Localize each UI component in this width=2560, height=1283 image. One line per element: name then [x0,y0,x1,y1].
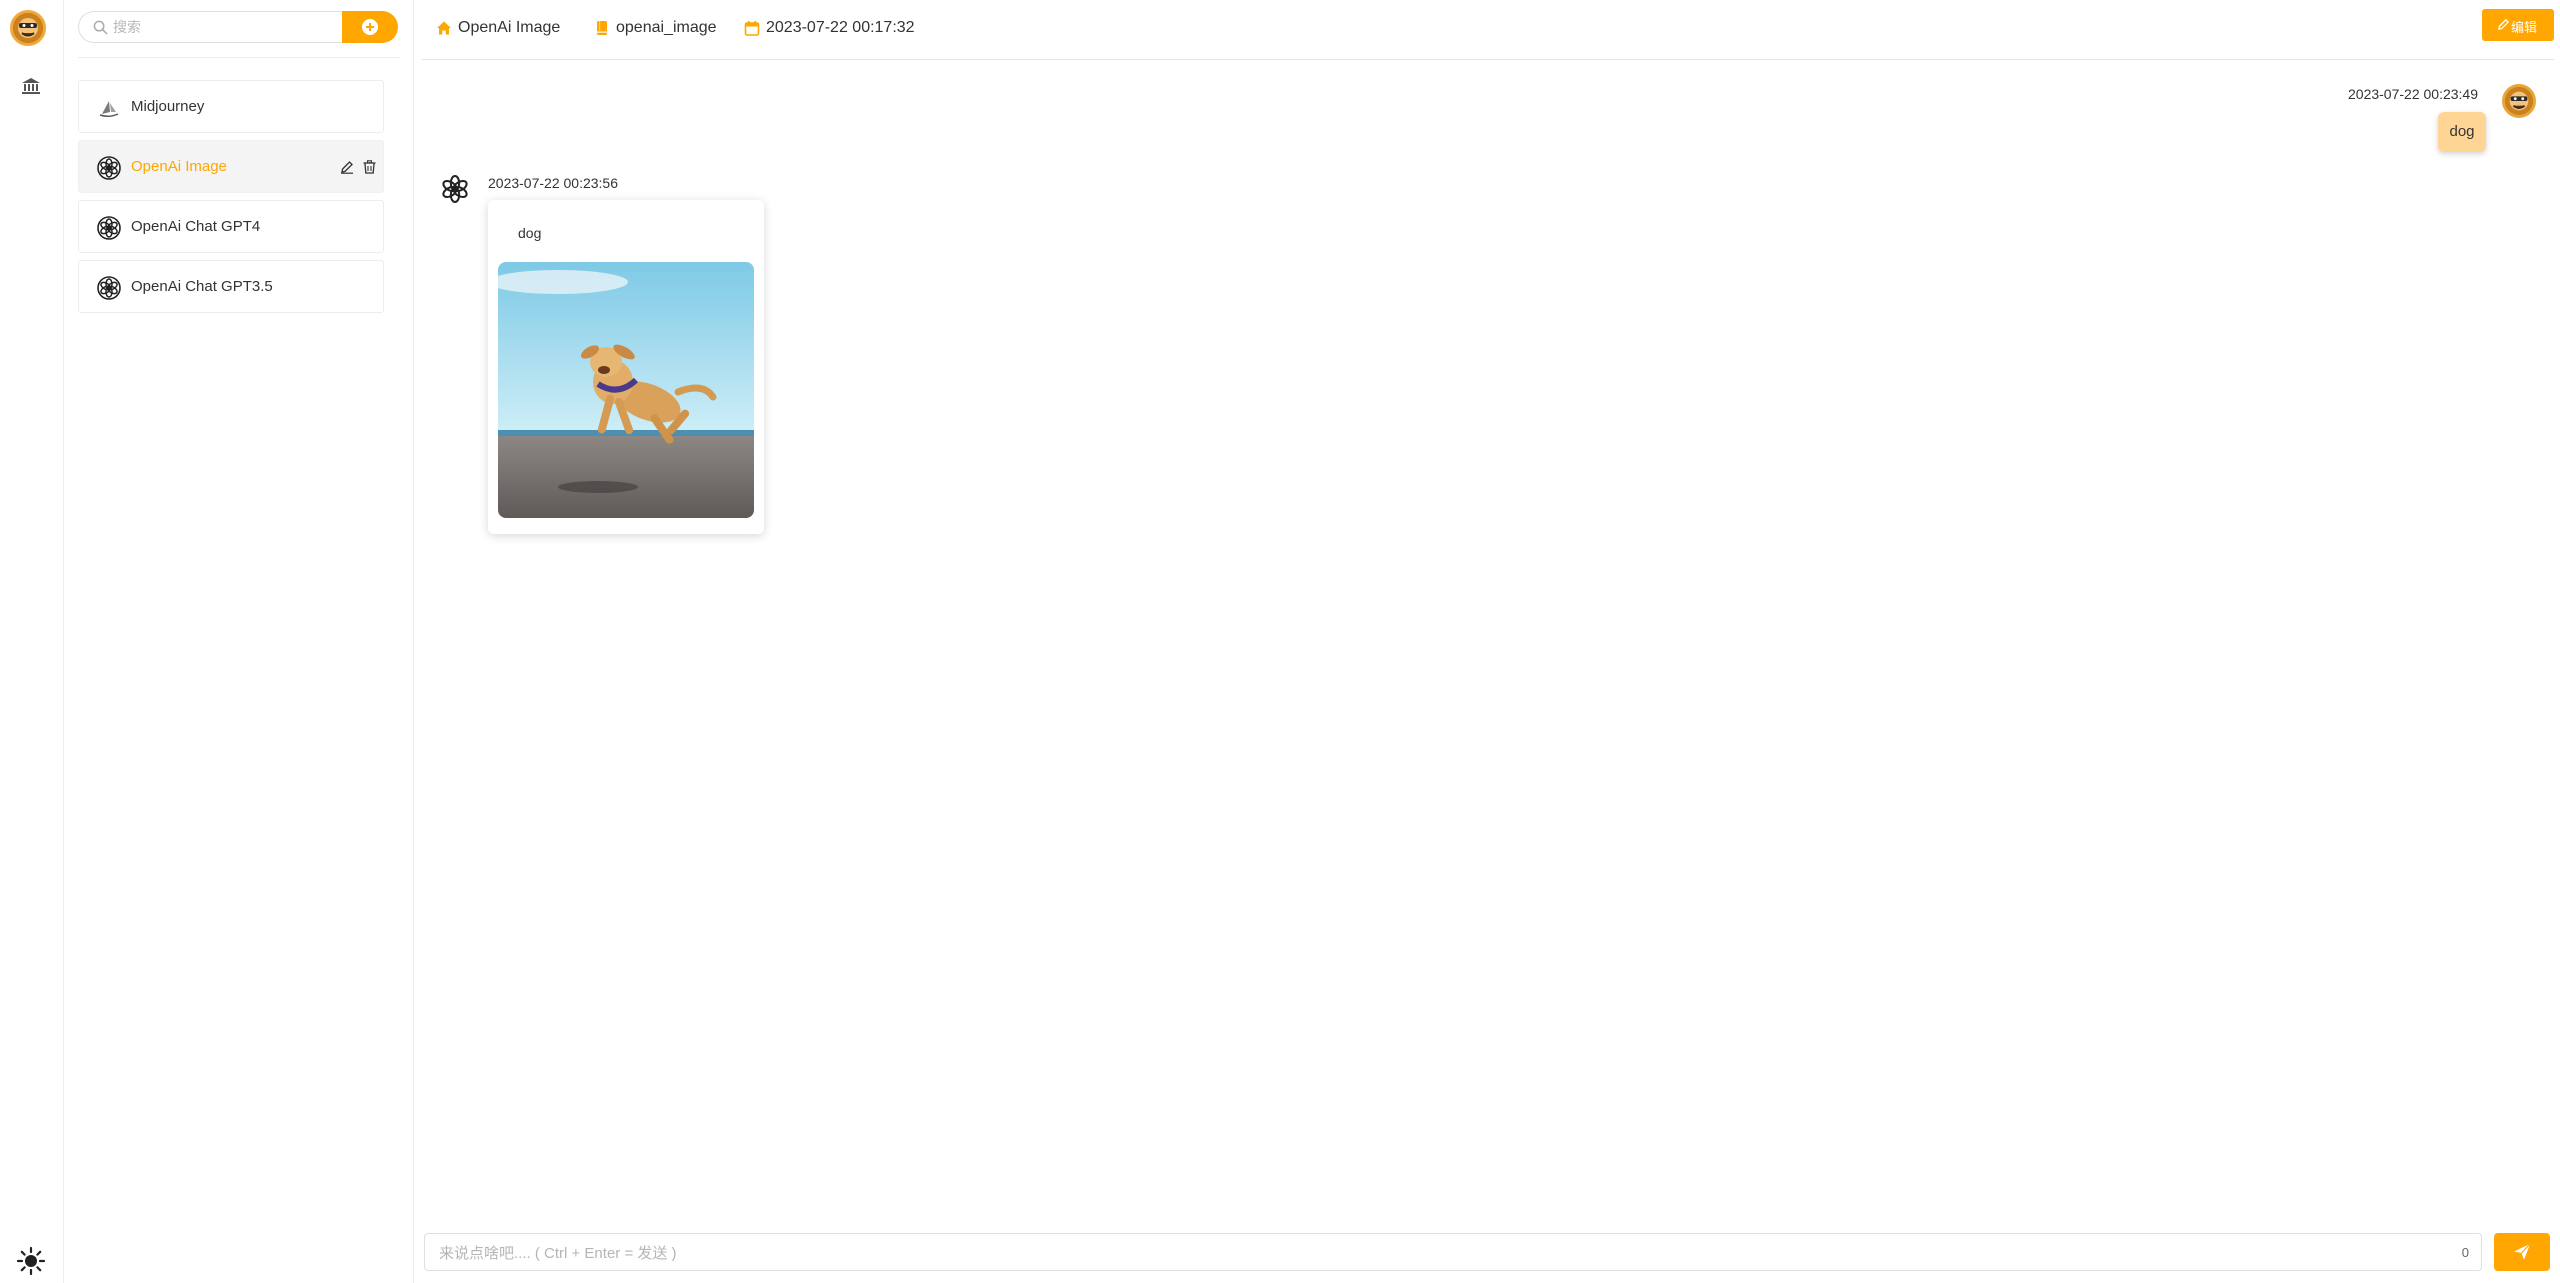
dog-running-image-icon [498,262,754,518]
sidebar-divider [78,57,400,58]
edit-icon [2498,18,2510,30]
session-label: OpenAi Chat GPT4 [131,218,261,235]
left-rail [0,0,64,1283]
session-label: OpenAi Image [131,158,227,175]
session-sidebar: Midjourney OpenAi Image [64,0,414,1283]
calendar-icon [744,21,760,36]
search-icon [93,20,108,35]
generated-image[interactable] [498,262,754,518]
user-message-bubble: dog [2438,112,2486,152]
edit-icon[interactable] [340,160,354,174]
chat-main: OpenAi Image openai_image 2023-07-22 00:… [414,0,2560,1283]
session-label: Midjourney [131,98,205,115]
bot-message-time: 2023-07-22 00:23:56 [488,175,618,191]
send-button[interactable] [2494,1233,2550,1271]
char-count: 0 [2461,1245,2469,1260]
session-item-openai-chat-gpt35[interactable]: OpenAi Chat GPT3.5 [78,260,384,313]
user-message-time: 2023-07-22 00:23:49 [2348,86,2478,102]
trash-icon[interactable] [363,160,376,174]
bot-prompt-text: dog [518,225,542,241]
session-item-openai-chat-gpt4[interactable]: OpenAi Chat GPT4 [78,200,384,253]
openai-icon [97,156,121,180]
midjourney-icon [99,101,119,118]
user-avatar[interactable] [10,10,46,46]
session-item-openai-image[interactable]: OpenAi Image [78,140,384,193]
home-icon [437,21,451,35]
bot-message-card: dog [488,200,764,534]
book-icon [597,21,607,35]
chat-header: OpenAi Image openai_image 2023-07-22 00:… [422,0,2554,60]
museum-icon[interactable] [21,77,41,95]
send-icon [2514,1243,2531,1260]
openai-icon [97,216,121,240]
message-composer: 0 [424,1233,2482,1271]
edit-button[interactable]: 编辑 [2482,9,2554,41]
user-message-avatar [2502,84,2536,118]
plus-circle-icon [362,19,378,35]
openai-bot-avatar-icon [439,173,471,205]
sun-theme-icon[interactable] [16,1246,46,1276]
search-input[interactable] [113,12,353,42]
session-item-midjourney[interactable]: Midjourney [78,80,384,133]
message-input[interactable] [425,1234,2415,1270]
avatar-face-icon [13,13,43,43]
openai-icon [97,276,121,300]
add-session-button[interactable] [342,11,398,43]
session-label: OpenAi Chat GPT3.5 [131,278,273,295]
search-box [78,11,362,43]
avatar-face-icon [2505,87,2533,115]
